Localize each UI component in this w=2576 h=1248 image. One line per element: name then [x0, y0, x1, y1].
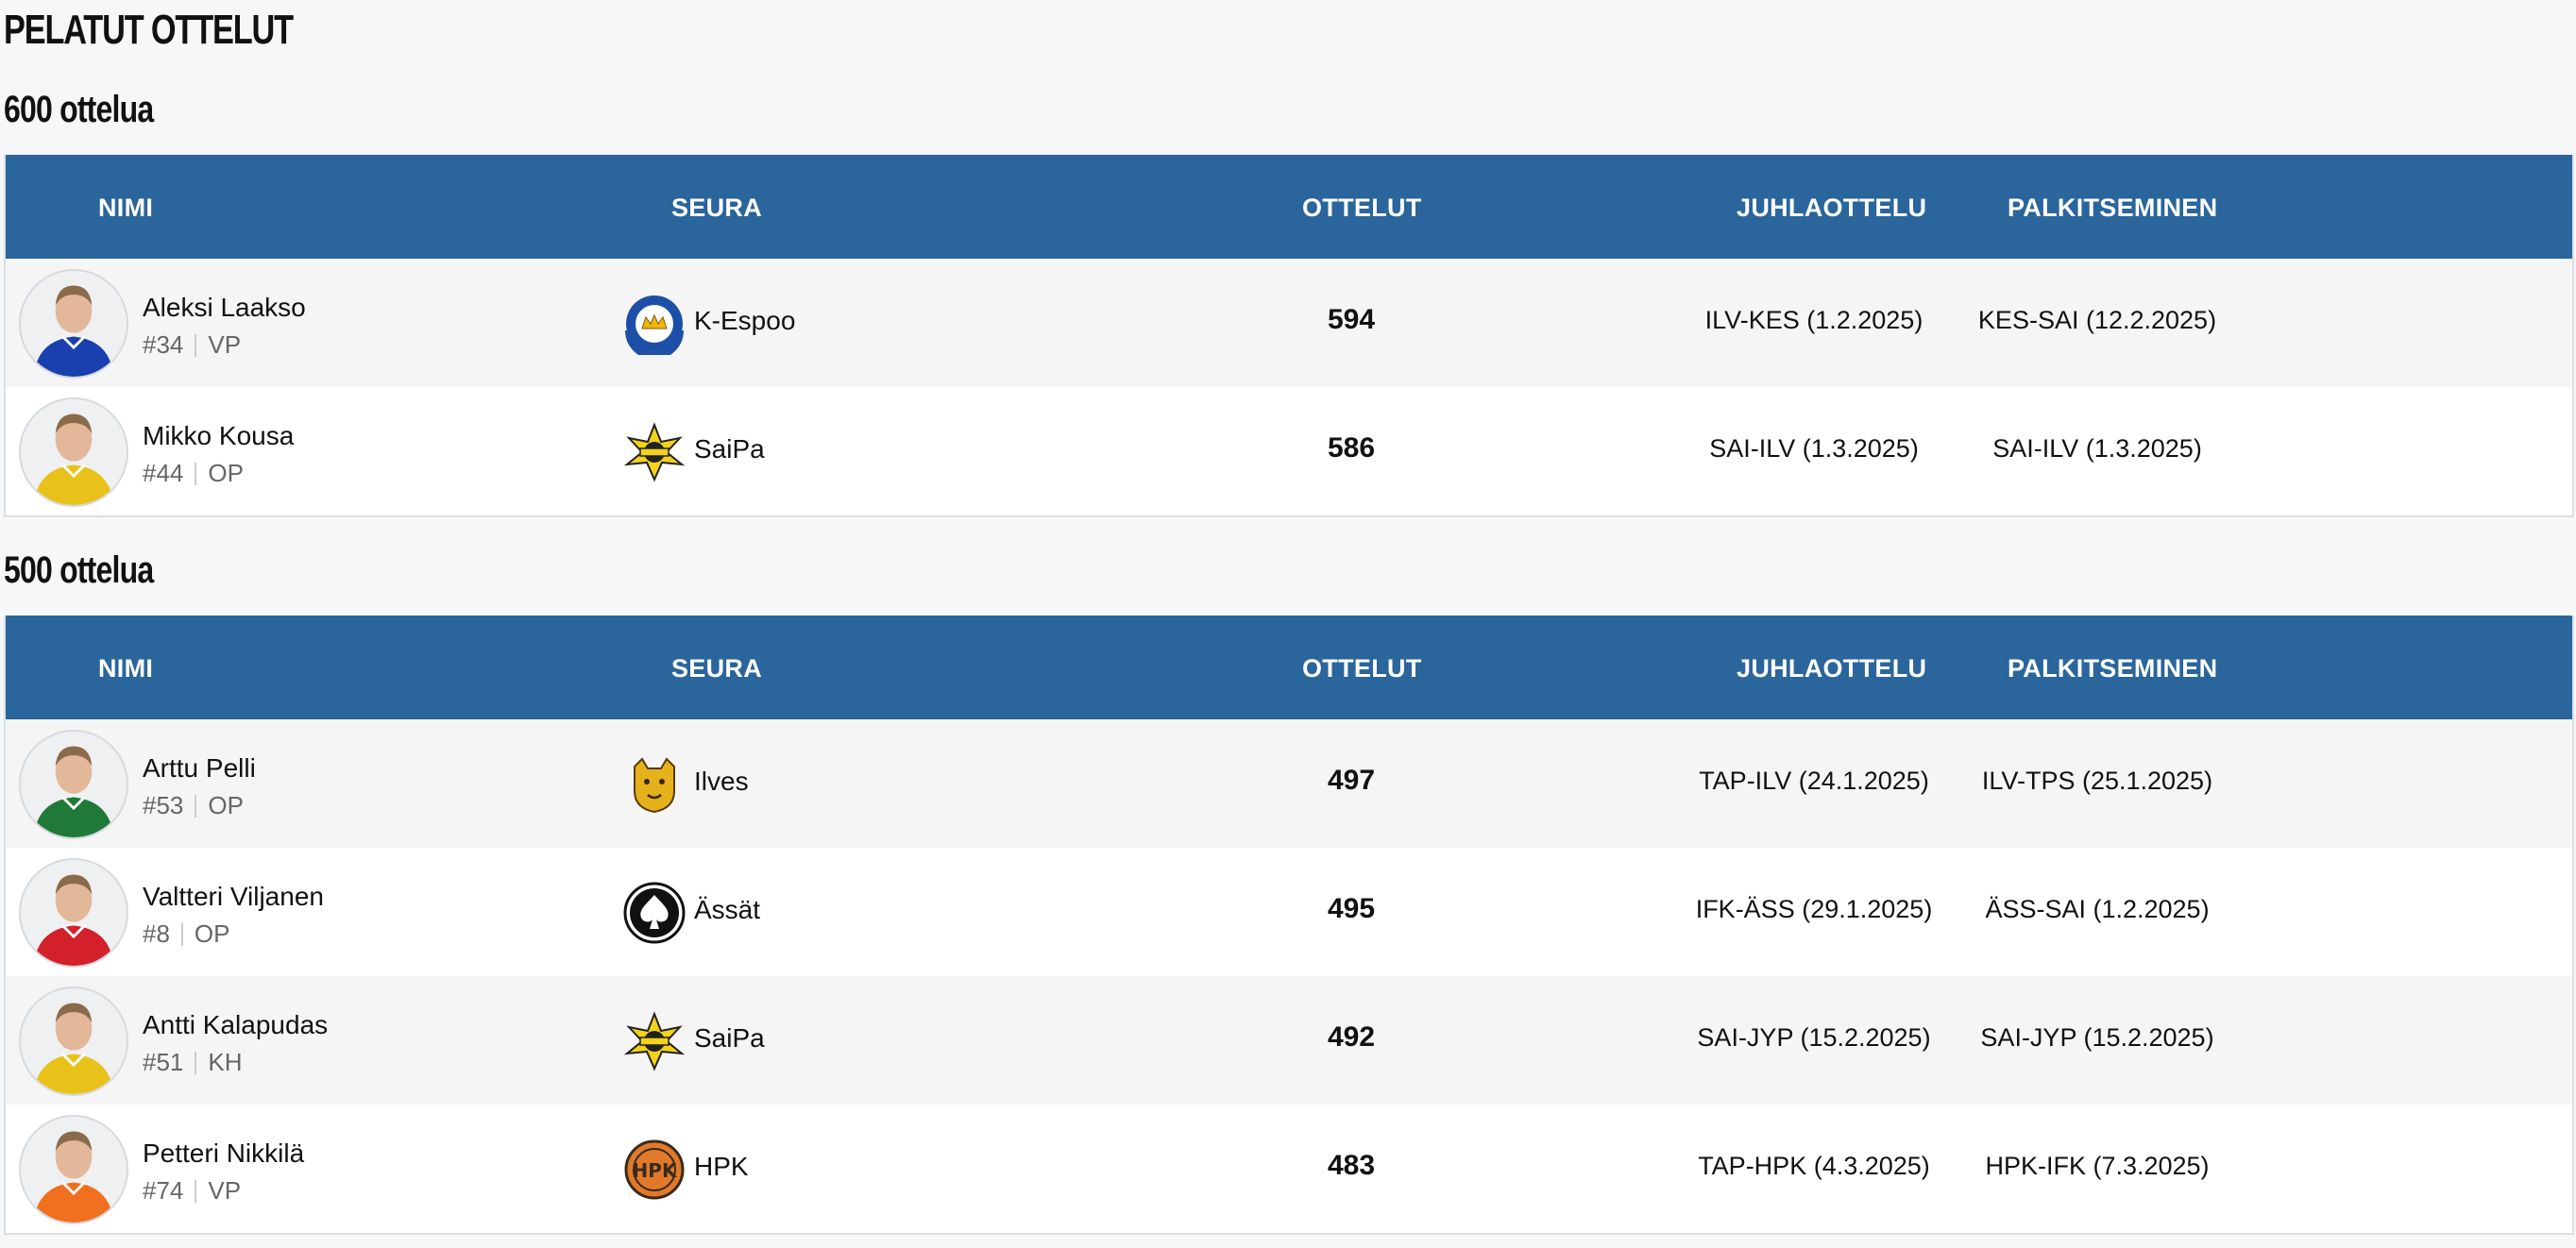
table-header: NIMI SEURA OTTELUT JUHLAOTTELU PALKITSEMINEN	[6, 155, 2572, 259]
celebration-game: TAP-ILV (24.1.2025)	[1699, 767, 1929, 795]
table-row[interactable]: Petteri Nikkilä #74 VP HPK HPK 483 TAP-HPK (4.…	[6, 1105, 2572, 1233]
saipa-logo-icon	[623, 421, 686, 483]
player-name[interactable]: Antti Kalapudas	[143, 1010, 328, 1040]
meta-divider	[180, 922, 183, 946]
club-name[interactable]: SaiPa	[694, 1023, 765, 1054]
section-title: 600 ottelua	[4, 89, 154, 130]
column-header-club[interactable]: SEURA	[671, 616, 762, 719]
table-row[interactable]: Mikko Kousa #44 OP SaiPa 586 SAI-ILV (1.3.202…	[6, 387, 2572, 515]
section-title: 500 ottelua	[4, 549, 154, 591]
player-avatar[interactable]	[19, 987, 128, 1096]
award-game: ÄSS-SAI (1.2.2025)	[1985, 895, 2210, 923]
player-name[interactable]: Aleksi Laakso	[143, 293, 306, 323]
games-count: 492	[1327, 1021, 1376, 1053]
award-game: SAI-JYP (15.2.2025)	[1980, 1023, 2214, 1052]
table-header: NIMI SEURA OTTELUT JUHLAOTTELU PALKITSEMINEN	[6, 616, 2572, 719]
milestone-table: NIMI SEURA OTTELUT JUHLAOTTELU PALKITSEMINEN…	[4, 616, 2574, 1235]
page-title: PELATUT OTTELUT	[4, 7, 294, 53]
games-count: 586	[1327, 432, 1376, 464]
player-position: OP	[194, 919, 230, 948]
meta-divider	[195, 333, 197, 357]
award-game: KES-SAI (12.2.2025)	[1977, 306, 2217, 334]
games-count: 594	[1327, 304, 1376, 335]
award-game: HPK-IFK (7.3.2025)	[1985, 1152, 2210, 1180]
player-meta: #34 VP	[143, 330, 241, 360]
player-number: #53	[143, 791, 184, 819]
games-count: 495	[1327, 893, 1376, 924]
meta-divider	[195, 1179, 197, 1203]
column-header-celebration[interactable]: JUHLAOTTELU	[1737, 616, 1926, 719]
player-number: #44	[143, 459, 184, 487]
celebration-game: SAI-ILV (1.3.2025)	[1709, 434, 1919, 463]
player-meta: #53 OP	[143, 791, 244, 820]
club-name[interactable]: Ässät	[694, 895, 760, 925]
column-header-award[interactable]: PALKITSEMINEN	[2008, 155, 2217, 259]
club-name[interactable]: K-Espoo	[694, 306, 795, 336]
player-avatar[interactable]	[19, 269, 128, 379]
player-meta: #8 OP	[143, 919, 230, 949]
player-avatar[interactable]	[19, 1115, 128, 1224]
player-position: KH	[208, 1048, 243, 1076]
player-avatar[interactable]	[19, 730, 128, 839]
ilves-logo-icon	[623, 753, 686, 816]
column-header-name[interactable]: NIMI	[98, 616, 153, 719]
table-row[interactable]: Arttu Pelli #53 OP Ilves 497 TAP-ILV (24.1.20…	[6, 719, 2572, 848]
celebration-game: IFK-ÄSS (29.1.2025)	[1695, 895, 1933, 923]
player-number: #8	[143, 919, 170, 948]
player-meta: #44 OP	[143, 459, 244, 488]
award-game: SAI-ILV (1.3.2025)	[1992, 434, 2202, 463]
player-number: #51	[143, 1048, 184, 1076]
celebration-game: ILV-KES (1.2.2025)	[1704, 306, 1924, 334]
column-header-games[interactable]: OTTELUT	[1302, 616, 1422, 719]
meta-divider	[195, 1051, 197, 1074]
club-name[interactable]: SaiPa	[694, 434, 765, 464]
player-position: OP	[208, 791, 244, 819]
player-meta: #51 KH	[143, 1048, 243, 1077]
games-count: 497	[1327, 765, 1376, 796]
games-count: 483	[1327, 1150, 1376, 1181]
player-position: OP	[208, 459, 244, 487]
player-number: #74	[143, 1176, 184, 1205]
player-number: #34	[143, 330, 184, 359]
club-name[interactable]: Ilves	[694, 767, 749, 797]
player-name[interactable]: Mikko Kousa	[143, 421, 294, 451]
column-header-award[interactable]: PALKITSEMINEN	[2008, 616, 2217, 719]
svg-text:HPK: HPK	[633, 1159, 678, 1182]
saipa-logo-icon	[623, 1010, 686, 1072]
celebration-game: SAI-JYP (15.2.2025)	[1697, 1023, 1931, 1052]
player-name[interactable]: Arttu Pelli	[143, 753, 256, 784]
column-header-celebration[interactable]: JUHLAOTTELU	[1737, 155, 1926, 259]
column-header-games[interactable]: OTTELUT	[1302, 155, 1422, 259]
meta-divider	[195, 462, 197, 485]
column-header-club[interactable]: SEURA	[671, 155, 762, 259]
player-avatar[interactable]	[19, 397, 128, 507]
award-game: ILV-TPS (25.1.2025)	[1981, 767, 2213, 795]
table-row[interactable]: Antti Kalapudas #51 KH SaiPa 492 SAI-JYP (15.…	[6, 976, 2572, 1105]
player-position: VP	[208, 1176, 242, 1205]
celebration-game: TAP-HPK (4.3.2025)	[1698, 1152, 1930, 1180]
table-row[interactable]: Valtteri Viljanen #8 OP Ässät 495 IFK-ÄSS (29…	[6, 848, 2572, 976]
player-name[interactable]: Valtteri Viljanen	[143, 882, 324, 912]
column-header-name[interactable]: NIMI	[98, 155, 153, 259]
club-name[interactable]: HPK	[694, 1152, 749, 1182]
milestone-table: NIMI SEURA OTTELUT JUHLAOTTELU PALKITSEMINEN…	[4, 155, 2574, 517]
meta-divider	[195, 794, 197, 818]
assat-logo-icon	[623, 882, 686, 944]
player-avatar[interactable]	[19, 858, 128, 968]
player-position: VP	[208, 330, 242, 359]
k-espoo-logo-icon	[623, 293, 686, 355]
hpk-logo-icon: HPK	[623, 1138, 686, 1201]
table-row[interactable]: Aleksi Laakso #34 VP K-Espoo 594 ILV-KES (1.2…	[6, 259, 2572, 387]
player-meta: #74 VP	[143, 1176, 241, 1206]
player-name[interactable]: Petteri Nikkilä	[143, 1138, 304, 1169]
